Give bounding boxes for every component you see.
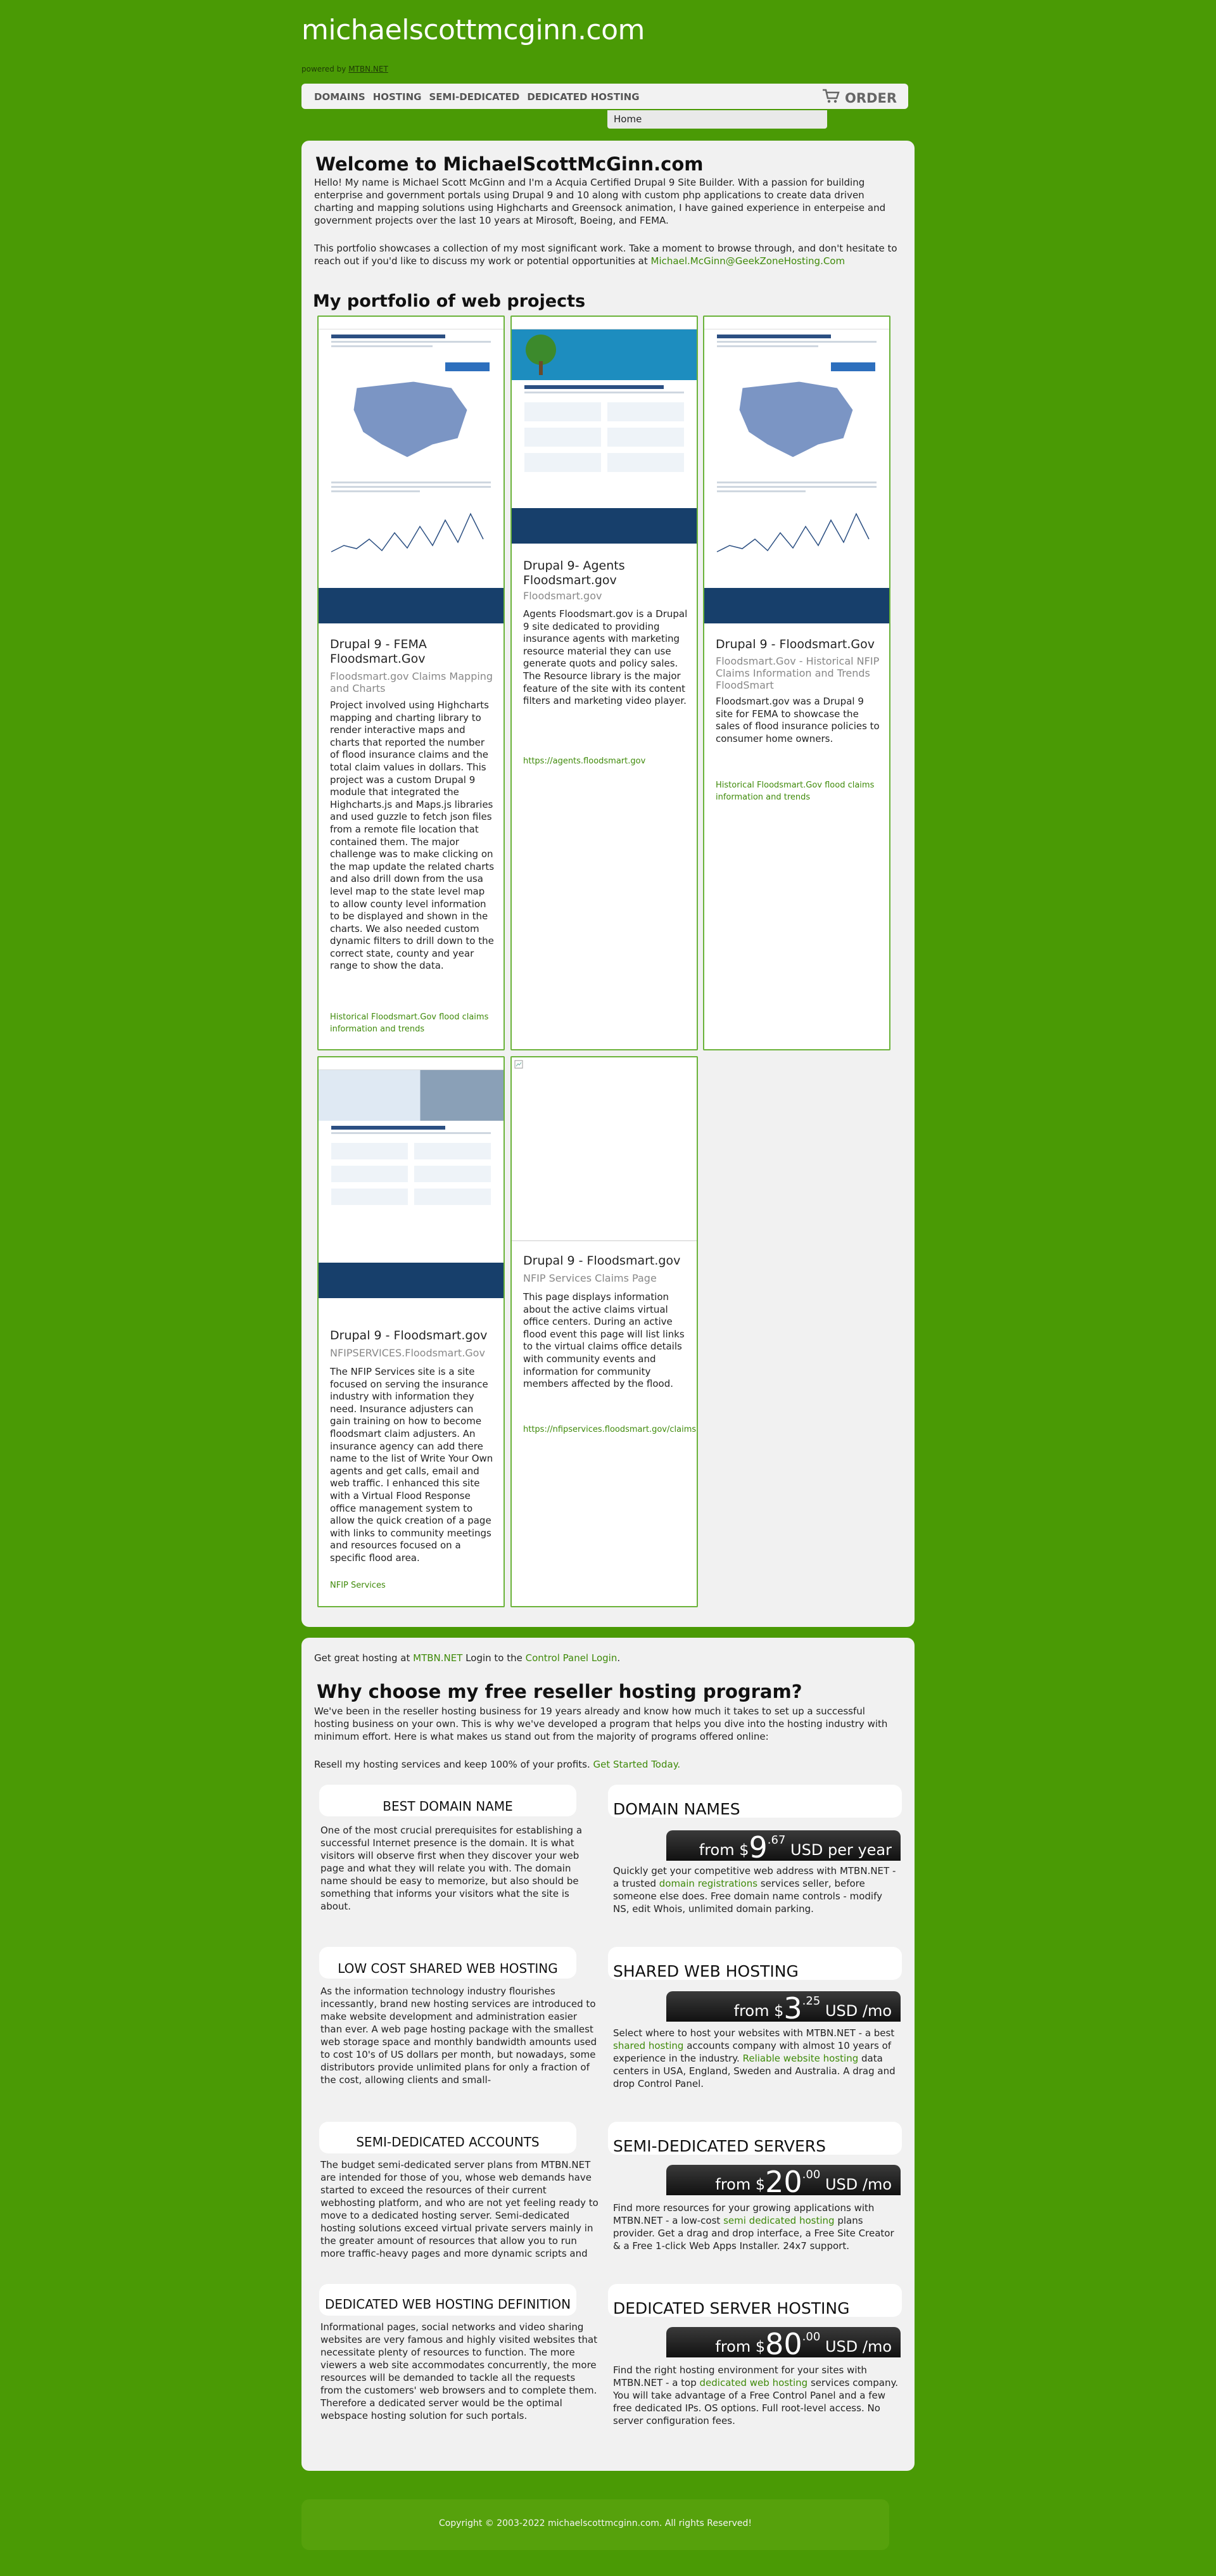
contact-email-link[interactable]: Michael.McGinn@GeekZoneHosting.Com <box>651 255 846 267</box>
powered-by-label: powered by <box>301 65 346 73</box>
nav-item-dedicated-hosting[interactable]: DEDICATED HOSTING <box>527 91 639 103</box>
welcome-contact: This portfolio showcases a collection of… <box>314 242 903 267</box>
right-block-title: DOMAIN NAMES <box>613 1800 740 1818</box>
left-block-title: LOW COST SHARED WEB HOSTING <box>338 1961 558 1976</box>
get-started-link[interactable]: Get Started Today. <box>593 1759 681 1770</box>
card-description: Floodsmart.gov was a Drupal 9 site for F… <box>716 696 880 744</box>
card-subtitle: Floodsmart.gov <box>523 590 602 602</box>
card-subtitle: NFIP Services Claims Page <box>523 1272 657 1284</box>
card-description: Project involved using Highcharts mappin… <box>330 699 495 972</box>
right-block-body: Find more resources for your growing app… <box>613 2202 894 2252</box>
right-block-title: SHARED WEB HOSTING <box>613 1962 799 1980</box>
control-panel-link[interactable]: Control Panel Login <box>526 1652 618 1664</box>
map-graphic <box>738 362 875 458</box>
card-description: Agents Floodsmart.gov is a Drupal 9 site… <box>523 608 688 707</box>
resell-line: Resell my hosting services and keep 100%… <box>314 1758 903 1771</box>
left-block-body: One of the most crucial prerequisites fo… <box>320 1825 583 1912</box>
card-subtitle: Floodsmart.gov Claims Mapping and Charts <box>330 670 493 694</box>
mtbn-link[interactable]: MTBN.NET <box>413 1652 462 1664</box>
card-title[interactable]: Drupal 9 - FEMA Floodsmart.Gov <box>330 637 495 666</box>
left-block-body: Informational pages, social networks and… <box>320 2321 598 2421</box>
price-badge[interactable]: from $80.00 USD /mo <box>666 2327 901 2361</box>
shared-hosting-link[interactable]: shared hosting <box>613 2040 683 2051</box>
portfolio-card[interactable]: Drupal 9 - FEMA Floodsmart.Gov Floodsmar… <box>317 316 505 1050</box>
right-block-body: Select where to host your websites with … <box>613 2027 896 2089</box>
portfolio-card[interactable]: Drupal 9 - Floodsmart.gov NFIPSERVICES.F… <box>317 1056 505 1607</box>
card-subtitle: NFIPSERVICES.Floodsmart.Gov <box>330 1347 485 1359</box>
site-title[interactable]: michaelscottmcginn.com <box>301 14 645 46</box>
card-link[interactable]: Historical Floodsmart.Gov flood claims i… <box>330 1011 495 1035</box>
main-nav: DOMAINS HOSTING SEMI-DEDICATED DEDICATED… <box>301 84 908 109</box>
hosting-panel: Get great hosting at MTBN.NET Login to t… <box>301 1638 915 2471</box>
card-title[interactable]: Drupal 9 - Floodsmart.Gov <box>716 637 880 652</box>
tree-graphic <box>526 335 556 375</box>
project-screenshot[interactable] <box>319 317 504 623</box>
price-badge[interactable]: from $9.67 USD per year <box>666 1830 901 1865</box>
project-screenshot[interactable] <box>319 1057 504 1298</box>
card-title[interactable]: Drupal 9 - Floodsmart.gov <box>523 1254 688 1268</box>
powered-by-link[interactable]: MTBN.NET <box>348 65 388 73</box>
left-block-title: BEST DOMAIN NAME <box>383 1799 513 1814</box>
semi-dedicated-link[interactable]: semi dedicated hosting <box>723 2215 834 2226</box>
portfolio-heading: My portfolio of web projects <box>313 291 586 311</box>
nav-item-hosting[interactable]: HOSTING <box>373 91 422 103</box>
nav-item-domains[interactable]: DOMAINS <box>314 91 365 103</box>
order-button[interactable]: ORDER <box>822 89 897 107</box>
portfolio-card[interactable]: Drupal 9 - Floodsmart.gov NFIP Services … <box>510 1056 698 1607</box>
welcome-intro: Hello! My name is Michael Scott McGinn a… <box>314 177 886 226</box>
card-description: This page displays information about the… <box>523 1291 685 1390</box>
welcome-title: Welcome to MichaelScottMcGinn.com <box>315 153 704 175</box>
resell-text: Resell my hosting services and keep 100%… <box>314 1759 590 1770</box>
left-block-body: As the information technology industry f… <box>320 1986 597 2086</box>
nav-item-semi-dedicated[interactable]: SEMI-DEDICATED <box>429 91 519 103</box>
portfolio-card[interactable]: Drupal 9 - Floodsmart.Gov Floodsmart.Gov… <box>703 316 890 1050</box>
hosting-intro: We've been in the reseller hosting busin… <box>314 1706 888 1742</box>
left-block-body: The budget semi-dedicated server plans f… <box>320 2159 598 2259</box>
footer: Copyright © 2003-2022 michaelscottmcginn… <box>301 2499 889 2550</box>
chart-graphic <box>716 513 870 552</box>
card-link[interactable]: NFIP Services <box>330 1579 495 1591</box>
card-link[interactable]: https://agents.floodsmart.gov <box>523 755 688 767</box>
right-block-body: Quickly get your competitive web address… <box>613 1865 896 1915</box>
reliable-hosting-link[interactable]: Reliable website hosting <box>743 2053 859 2064</box>
right-block-title: DEDICATED SERVER HOSTING <box>613 2299 850 2318</box>
project-screenshot[interactable] <box>512 317 697 544</box>
price-badge[interactable]: from $20.00 USD /mo <box>666 2165 901 2199</box>
cart-icon <box>822 89 840 107</box>
copyright-text: Copyright © 2003-2022 michaelscottmcginn… <box>438 2518 752 2528</box>
card-title[interactable]: Drupal 9- Agents Floodsmart.gov <box>523 559 688 588</box>
hosting-login-text: Login to the <box>466 1652 522 1664</box>
card-description: The NFIP Services site is a site focused… <box>330 1366 493 1564</box>
broken-image-icon[interactable] <box>512 1057 697 1241</box>
portfolio-card[interactable]: Drupal 9- Agents Floodsmart.gov Floodsma… <box>510 316 698 1050</box>
right-block-title: SEMI-DEDICATED SERVERS <box>613 2137 826 2155</box>
powered-by: powered by MTBN.NET <box>301 65 388 73</box>
price-badge[interactable]: from $3.25 USD /mo <box>666 1991 901 2025</box>
hosting-prefix: Get great hosting at <box>314 1652 410 1664</box>
hosting-login-line: Get great hosting at MTBN.NET Login to t… <box>314 1652 621 1664</box>
card-link[interactable]: https://nfipservices.floodsmart.gov/clai… <box>523 1424 696 1436</box>
card-link[interactable]: Historical Floodsmart.Gov flood claims i… <box>716 779 880 803</box>
chart-graphic <box>331 513 484 552</box>
card-subtitle: Floodsmart.Gov - Historical NFIP Claims … <box>716 655 880 691</box>
left-block-title: SEMI-DEDICATED ACCOUNTS <box>356 2134 540 2150</box>
dedicated-hosting-link[interactable]: dedicated web hosting <box>700 2377 808 2388</box>
right-block-body: Find the right hosting environment for y… <box>613 2364 899 2426</box>
left-block-title: DEDICATED WEB HOSTING DEFINITION <box>324 2297 571 2312</box>
hosting-heading: Why choose my free reseller hosting prog… <box>317 1681 802 1702</box>
nav-dropdown-home[interactable]: Home <box>607 110 827 129</box>
order-label: ORDER <box>845 90 897 106</box>
domain-registrations-link[interactable]: domain registrations <box>659 1878 757 1889</box>
portfolio-panel: Welcome to MichaelScottMcGinn.com Hello!… <box>301 141 915 1627</box>
map-graphic <box>353 362 490 458</box>
card-title[interactable]: Drupal 9 - Floodsmart.gov <box>330 1329 495 1343</box>
project-screenshot[interactable] <box>704 317 889 623</box>
